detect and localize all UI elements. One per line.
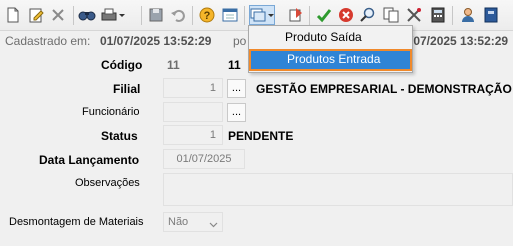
filial-name: GESTÃO EMPRESARIAL - DEMONSTRAÇÃO — [256, 82, 512, 96]
find-icon[interactable] — [77, 5, 97, 25]
filial-label: Filial — [113, 82, 141, 96]
desmontagem-label: Desmontagem de Materiais — [9, 216, 144, 228]
status-code-field: 1 — [163, 125, 223, 145]
save-icon[interactable] — [146, 5, 166, 25]
desmontagem-select[interactable]: Não — [163, 212, 223, 232]
cadastrado-datetime: 01/07/2025 13:52:29 — [100, 34, 212, 48]
copy-dropdown-menu: Produto Saída Produtos Entrada — [248, 25, 413, 73]
cadastrado-label: Cadastrado em: — [5, 34, 91, 48]
calculator-icon[interactable] — [428, 5, 448, 25]
menu-item-produto-saida[interactable]: Produto Saída — [249, 27, 412, 49]
alterado-datetime: /07/2025 13:52:29 — [410, 34, 509, 48]
print-icon[interactable] — [98, 5, 126, 25]
new-document-icon[interactable] — [3, 5, 23, 25]
user-icon[interactable] — [458, 5, 478, 25]
codigo-value-right: 11 — [228, 58, 241, 72]
observacoes-label: Observações — [75, 177, 140, 189]
cadastrado-por-label: po — [233, 34, 247, 48]
codigo-value: 11 — [167, 58, 180, 72]
status-label: Status — [101, 129, 138, 143]
status-name: PENDENTE — [228, 129, 294, 143]
cancel-icon[interactable] — [336, 5, 356, 25]
tools-icon[interactable] — [404, 5, 424, 25]
chevron-down-icon — [209, 219, 218, 231]
svg-text:?: ? — [204, 10, 211, 22]
duplicate-icon[interactable] — [381, 5, 401, 25]
codigo-label: Código — [101, 58, 143, 72]
help-icon[interactable]: ? — [197, 5, 217, 25]
export-icon[interactable] — [286, 5, 306, 25]
edit-icon[interactable] — [26, 5, 46, 25]
approve-icon[interactable] — [314, 5, 334, 25]
undo-icon[interactable] — [168, 5, 188, 25]
copy-dropdown-icon[interactable] — [249, 5, 275, 25]
funcionario-code-field[interactable] — [163, 102, 223, 122]
funcionario-lookup-button[interactable]: ... — [227, 103, 246, 122]
filial-code-field[interactable]: 1 — [163, 78, 223, 98]
search-icon[interactable] — [358, 5, 378, 25]
book-icon[interactable] — [481, 5, 501, 25]
data-lancamento-field[interactable]: 01/07/2025 — [163, 149, 245, 169]
observacoes-field[interactable] — [163, 173, 513, 206]
menu-item-produtos-entrada[interactable]: Produtos Entrada — [249, 49, 412, 71]
delete-icon[interactable] — [48, 5, 68, 25]
calendar-icon[interactable] — [220, 5, 240, 25]
filial-lookup-button[interactable]: ... — [227, 79, 246, 98]
data-lancamento-label: Data Lançamento — [39, 153, 140, 167]
funcionario-label: Funcionário — [82, 106, 140, 118]
desmontagem-select-value: Não — [168, 216, 189, 228]
